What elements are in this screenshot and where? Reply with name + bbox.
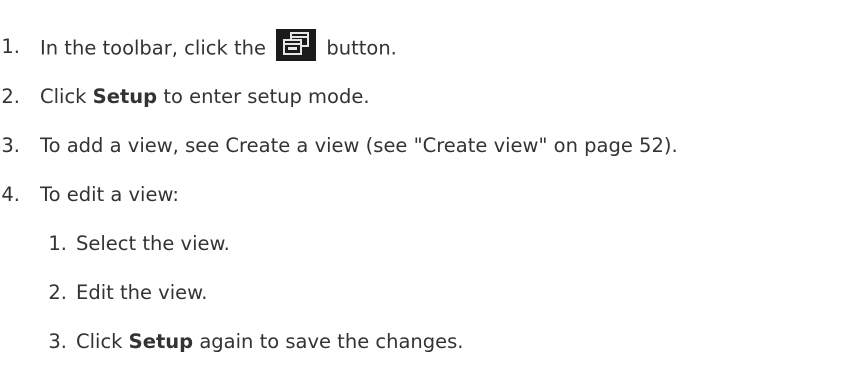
substep-number: 1. — [48, 232, 67, 255]
substep-text: Edit the view. — [76, 281, 208, 304]
substep-text: Select the view. — [76, 232, 230, 255]
substep-text: Click — [76, 330, 123, 353]
window-setup-icon — [283, 32, 310, 55]
step-text: button. — [326, 36, 397, 60]
substep-number: 3. — [48, 330, 67, 353]
step-number: 1. — [1, 35, 20, 58]
substep-text: again to save the changes. — [199, 330, 464, 353]
setup-term: Setup — [128, 330, 194, 353]
setup-term: Setup — [92, 85, 158, 108]
step-text: to enter setup mode. — [163, 85, 370, 108]
step-text: Click — [40, 85, 87, 108]
step-number: 3. — [1, 134, 20, 157]
substep-number: 2. — [48, 281, 67, 304]
step-text: In the toolbar, click the — [40, 36, 266, 60]
step-number: 2. — [1, 85, 20, 108]
step-text: To edit a view: — [40, 183, 179, 206]
step-number: 4. — [1, 183, 20, 206]
window-setup-button — [276, 29, 317, 61]
step-text: To add a view, see Create a view (see "C… — [40, 134, 678, 157]
